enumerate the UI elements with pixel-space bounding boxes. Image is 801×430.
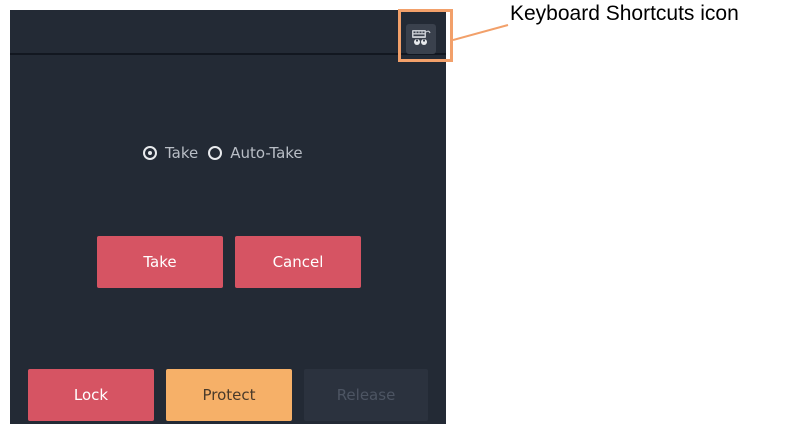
take-mode-radio-group: Take Auto-Take bbox=[143, 144, 303, 162]
radio-checked-icon bbox=[143, 146, 157, 160]
lock-button[interactable]: Lock bbox=[28, 369, 154, 421]
take-mode-option-auto-take[interactable]: Auto-Take bbox=[208, 144, 303, 162]
panel-topbar bbox=[10, 10, 446, 55]
take-mode-option-label: Take bbox=[165, 144, 199, 162]
callout-label: Keyboard Shortcuts icon bbox=[510, 2, 739, 25]
take-mode-option-take[interactable]: Take bbox=[143, 144, 198, 162]
protect-button[interactable]: Protect bbox=[166, 369, 292, 421]
callout-highlight-box bbox=[398, 9, 453, 62]
radio-unchecked-icon bbox=[208, 146, 223, 160]
screenshot-stage: Take Auto-Take Take Cancel Lock Protect … bbox=[0, 0, 801, 430]
cancel-button[interactable]: Cancel bbox=[235, 236, 361, 288]
take-button[interactable]: Take bbox=[97, 236, 223, 288]
take-mode-option-label: Auto-Take bbox=[230, 144, 303, 162]
routing-panel: Take Auto-Take Take Cancel Lock Protect … bbox=[10, 10, 446, 424]
callout-leader-line bbox=[453, 24, 509, 41]
release-button: Release bbox=[304, 369, 428, 421]
